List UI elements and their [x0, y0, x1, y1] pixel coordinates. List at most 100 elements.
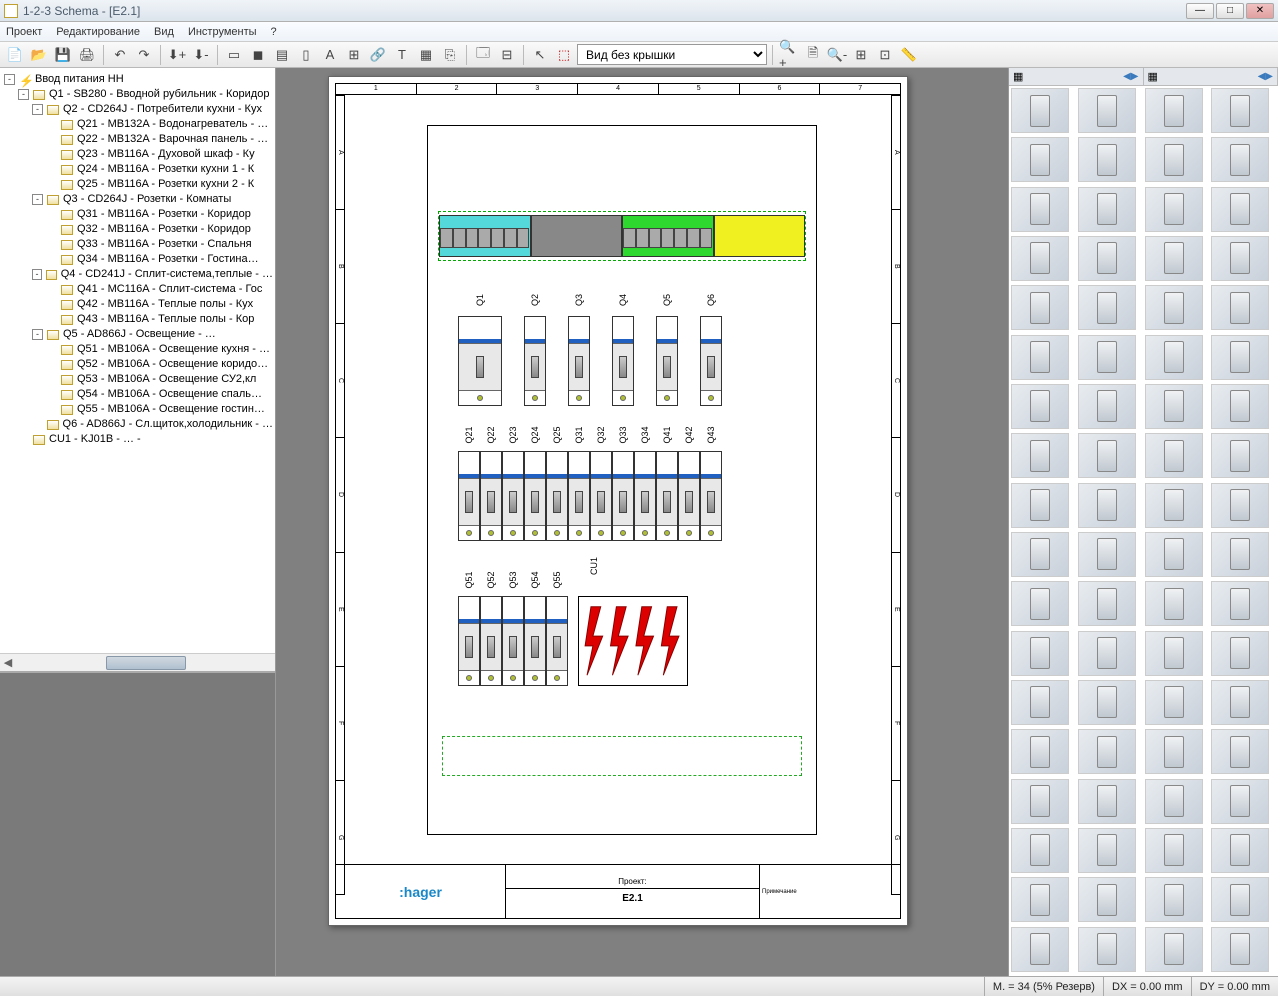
catalog-item[interactable] — [1211, 828, 1269, 873]
tool-3[interactable]: ▤ — [271, 44, 293, 66]
catalog-item[interactable] — [1011, 581, 1069, 626]
catalog-item[interactable] — [1211, 236, 1269, 281]
tree-node[interactable]: Q54 - MB106A - Освещение спаль… — [2, 387, 273, 402]
empty-rail[interactable] — [442, 736, 802, 776]
catalog-item[interactable] — [1145, 236, 1203, 281]
menu-tools[interactable]: Инструменты — [188, 26, 257, 38]
catalog-item[interactable] — [1145, 680, 1203, 725]
catalog-item[interactable] — [1078, 236, 1136, 281]
tree-node[interactable]: Q55 - MB106A - Освещение гостин… — [2, 402, 273, 417]
device-Q53[interactable]: Q53 — [502, 596, 524, 686]
catalog-item[interactable] — [1211, 335, 1269, 380]
menu-help[interactable]: ? — [271, 26, 277, 38]
catalog-item[interactable] — [1011, 187, 1069, 232]
catalog-item[interactable] — [1078, 532, 1136, 577]
tool-7[interactable]: T — [391, 44, 413, 66]
tree-node[interactable]: Q52 - MB106A - Освещение коридо… — [2, 357, 273, 372]
catalog-item[interactable] — [1078, 384, 1136, 429]
collapse-icon[interactable]: - — [4, 74, 15, 85]
menu-file[interactable]: Проект — [6, 26, 42, 38]
tree-node[interactable]: -Q2 - CD264J - Потребители кухни - Кух — [2, 102, 273, 117]
catalog-item[interactable] — [1211, 384, 1269, 429]
tree-node[interactable]: Q33 - MB116A - Розетки - Спальня — [2, 237, 273, 252]
device-Q51[interactable]: Q51 — [458, 596, 480, 686]
catalog-item[interactable] — [1078, 433, 1136, 478]
catalog-item[interactable] — [1211, 187, 1269, 232]
cu-unit[interactable]: CU1 — [578, 596, 688, 686]
tool-5[interactable]: ⊞ — [343, 44, 365, 66]
catalog-item[interactable] — [1211, 779, 1269, 824]
device-Q24[interactable]: Q24 — [524, 451, 546, 541]
tree-root-node[interactable]: - ⚡ Ввод питания НН — [2, 72, 273, 87]
catalog-item[interactable] — [1145, 483, 1203, 528]
catalog-item[interactable] — [1211, 137, 1269, 182]
terminal-strip[interactable] — [438, 211, 806, 261]
tree-node[interactable]: Q21 - MB132A - Водонагреватель - … — [2, 117, 273, 132]
tree-view[interactable]: - ⚡ Ввод питания НН -Q1 - SB280 - Вводно… — [0, 68, 275, 653]
tree-node[interactable]: Q41 - MC116A - Сплит-система - Гос — [2, 282, 273, 297]
catalog-item[interactable] — [1145, 187, 1203, 232]
tree-node[interactable]: Q31 - MB116A - Розетки - Коридор — [2, 207, 273, 222]
new-button[interactable]: 📄 — [4, 44, 26, 66]
close-button[interactable]: ✕ — [1246, 3, 1274, 19]
catalog-item[interactable] — [1011, 285, 1069, 330]
tool-1[interactable]: ▭ — [223, 44, 245, 66]
device-Q22[interactable]: Q22 — [480, 451, 502, 541]
catalog-item[interactable] — [1011, 384, 1069, 429]
catalog-item[interactable] — [1145, 285, 1203, 330]
catalog-item[interactable] — [1011, 236, 1069, 281]
device-Q43[interactable]: Q43 — [700, 451, 722, 541]
minimize-button[interactable]: — — [1186, 3, 1214, 19]
menu-view[interactable]: Вид — [154, 26, 174, 38]
catalog-item[interactable] — [1011, 927, 1069, 972]
device-Q21[interactable]: Q21 — [458, 451, 480, 541]
cat-col-1[interactable]: ▦ ◀▶ — [1009, 68, 1144, 85]
tree-node[interactable]: Q42 - MB116A - Теплые полы - Кух — [2, 297, 273, 312]
canvas-area[interactable]: 1234567 ABCDEFG ABCDEFG Q1Q2Q3Q4Q5Q6 Q21… — [276, 68, 1008, 976]
device-Q54[interactable]: Q54 — [524, 596, 546, 686]
maximize-button[interactable]: □ — [1216, 3, 1244, 19]
catalog-item[interactable] — [1011, 877, 1069, 922]
catalog-item[interactable] — [1078, 285, 1136, 330]
device-Q34[interactable]: Q34 — [634, 451, 656, 541]
device-Q31[interactable]: Q31 — [568, 451, 590, 541]
tool-6[interactable]: 🔗 — [367, 44, 389, 66]
tree-node[interactable]: -Q4 - CD241J - Сплит-система,теплые - … — [2, 267, 273, 282]
catalog-item[interactable] — [1011, 335, 1069, 380]
tree-node[interactable]: Q22 - MB132A - Варочная панель - … — [2, 132, 273, 147]
tree-node[interactable]: Q6 - AD866J - Сл.щиток,холодильник - … — [2, 417, 273, 432]
catalog-item[interactable] — [1011, 433, 1069, 478]
catalog-item[interactable] — [1011, 729, 1069, 774]
device-Q5[interactable]: Q5 — [656, 316, 678, 406]
device-Q52[interactable]: Q52 — [480, 596, 502, 686]
catalog-item[interactable] — [1211, 483, 1269, 528]
toggle-icon[interactable]: - — [32, 194, 43, 205]
device-Q33[interactable]: Q33 — [612, 451, 634, 541]
catalog-item[interactable] — [1145, 927, 1203, 972]
catalog-item[interactable] — [1145, 581, 1203, 626]
catalog-item[interactable] — [1145, 828, 1203, 873]
device-Q4[interactable]: Q4 — [612, 316, 634, 406]
tool-9[interactable]: ⎘ — [439, 44, 461, 66]
catalog-item[interactable] — [1078, 828, 1136, 873]
catalog-item[interactable] — [1011, 779, 1069, 824]
catalog-item[interactable] — [1145, 631, 1203, 676]
catalog-item[interactable] — [1211, 877, 1269, 922]
catalog-item[interactable] — [1211, 433, 1269, 478]
device-Q25[interactable]: Q25 — [546, 451, 568, 541]
tree-node[interactable]: Q23 - MB116A - Духовой шкаф - Ку — [2, 147, 273, 162]
device-Q42[interactable]: Q42 — [678, 451, 700, 541]
tree-node[interactable]: -Q1 - SB280 - Вводной рубильник - Коридо… — [2, 87, 273, 102]
toggle-icon[interactable]: - — [32, 104, 43, 115]
device-Q23[interactable]: Q23 — [502, 451, 524, 541]
tree-node[interactable]: Q43 - MB116A - Теплые полы - Кор — [2, 312, 273, 327]
catalog-item[interactable] — [1145, 137, 1203, 182]
catalog-item[interactable] — [1078, 483, 1136, 528]
zoom-fit-button[interactable]: 🗎 — [802, 44, 824, 66]
catalog-item[interactable] — [1145, 729, 1203, 774]
ruler-button[interactable]: 📏 — [898, 44, 920, 66]
catalog-item[interactable] — [1078, 187, 1136, 232]
tool-2[interactable]: ◼ — [247, 44, 269, 66]
device-Q6[interactable]: Q6 — [700, 316, 722, 406]
toggle-icon[interactable]: - — [32, 269, 42, 280]
